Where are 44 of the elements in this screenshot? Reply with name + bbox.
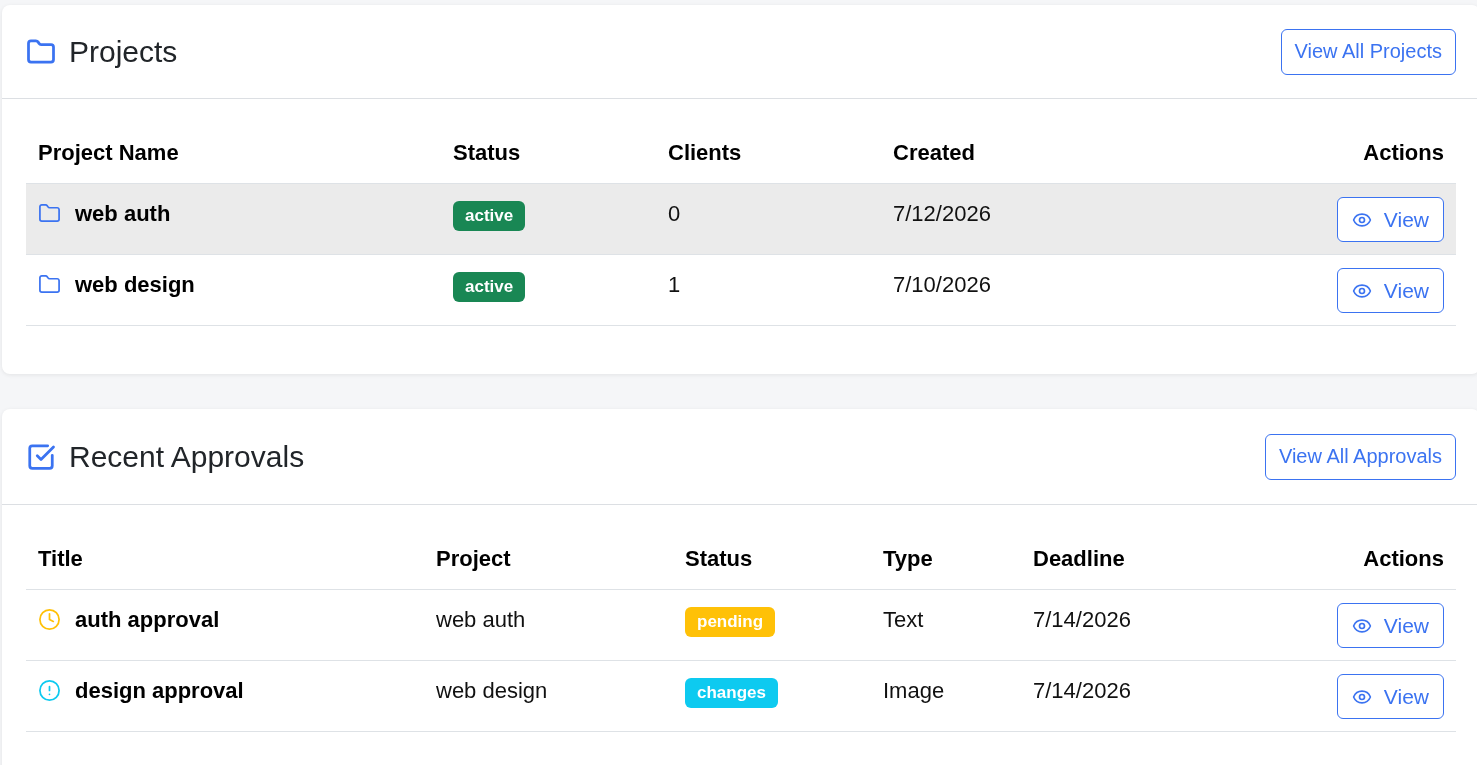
checkbox-icon — [26, 441, 56, 472]
approval-title: design approval — [75, 677, 244, 705]
table-cell: 7/10/2026 — [881, 254, 1300, 326]
table-row[interactable]: web design active 1 7/10/2026 View — [26, 254, 1456, 326]
table-cell: 7/14/2026 — [1021, 660, 1300, 732]
column-header: Clients — [656, 123, 881, 184]
table-cell: 7/12/2026 — [881, 183, 1300, 255]
table-row[interactable]: web auth active 0 7/12/2026 View — [26, 183, 1456, 255]
column-header: Status — [441, 123, 656, 184]
project-name: web auth — [75, 200, 171, 228]
view-all-button[interactable]: View All Projects — [1280, 28, 1456, 75]
column-header: Project — [424, 529, 673, 590]
section-title: Projects — [69, 33, 178, 70]
column-header: Actions — [1300, 529, 1456, 590]
section-title: Recent Approvals — [69, 438, 305, 475]
view-button[interactable]: View — [1336, 674, 1444, 719]
column-header: Deadline — [1021, 529, 1300, 590]
table-cell: 0 — [656, 183, 881, 255]
view-button[interactable]: View — [1336, 197, 1444, 242]
view-all-button[interactable]: View All Approvals — [1264, 433, 1456, 480]
column-header: Created — [881, 123, 1300, 184]
table-cell: Text — [871, 589, 1021, 661]
column-header: Type — [871, 529, 1021, 590]
status-badge: pending — [685, 607, 776, 638]
column-header: Title — [26, 529, 424, 590]
column-header: Project Name — [26, 123, 441, 184]
folder-icon — [38, 273, 61, 296]
table-cell: web auth — [424, 589, 673, 661]
project-name: web design — [75, 271, 195, 299]
alert-icon — [38, 679, 61, 702]
table-cell: Image — [871, 660, 1021, 732]
approval-title: auth approval — [75, 606, 220, 634]
table-cell: web design — [424, 660, 673, 732]
table-cell: 1 — [656, 254, 881, 326]
column-header: Actions — [1300, 123, 1456, 184]
status-badge: changes — [685, 678, 778, 709]
view-button[interactable]: View — [1336, 603, 1444, 648]
view-button[interactable]: View — [1336, 268, 1444, 313]
table-cell: 7/14/2026 — [1021, 589, 1300, 661]
column-header: Status — [673, 529, 871, 590]
status-badge: active — [453, 201, 526, 232]
status-badge: active — [453, 272, 526, 303]
folder-icon — [38, 202, 61, 225]
clock-icon — [38, 608, 61, 631]
